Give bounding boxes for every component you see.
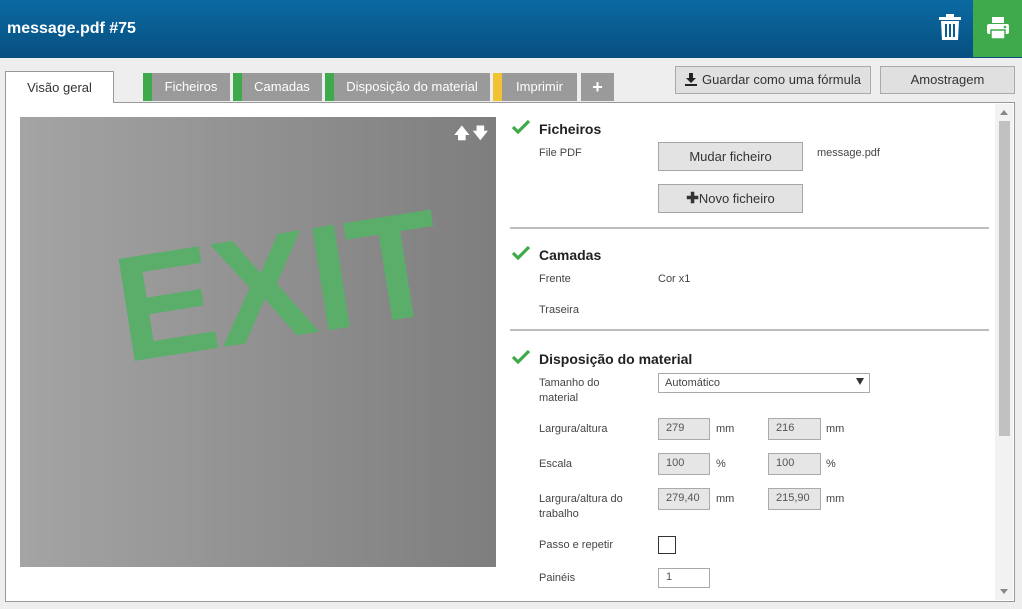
document-preview: EXIT 🡅 🡇 [20,117,496,567]
new-file-button[interactable]: ✚Novo ficheiro [658,184,803,213]
tab-label: Visão geral [27,80,92,95]
status-mark [143,73,152,101]
change-file-button[interactable]: Mudar ficheiro [658,142,803,171]
unit-mm: mm [716,493,735,505]
scroll-up-icon[interactable] [1000,110,1008,115]
preview-content-text: EXIT [103,177,452,395]
job-size-label: Largura/altura do trabalho [539,493,623,520]
status-mark [325,73,334,101]
tab-label: Imprimir [516,79,563,94]
print-button[interactable] [973,0,1022,57]
app-header: message.pdf #75 [0,0,1022,58]
job-width-input[interactable]: 279,40 [658,488,710,510]
sampling-button[interactable]: Amostragem [880,66,1015,94]
width-input[interactable]: 279 [658,418,710,440]
section-title-camadas: Camadas [539,247,602,263]
scrollbar[interactable] [995,104,1013,600]
arrow-down-icon[interactable]: 🡇 [473,125,488,142]
media-size-label: Tamanho do material [539,377,600,404]
section-divider [510,227,989,229]
unit-mm: mm [716,423,735,435]
add-tab-button[interactable]: + [581,73,614,101]
tab-label: Ficheiros [164,79,218,94]
panels-label: Painéis [539,572,576,584]
job-height-input[interactable]: 215,90 [768,488,821,510]
check-icon [512,246,530,260]
unit-mm: mm [826,493,845,505]
front-value: Cor x1 [658,273,691,285]
step-repeat-label: Passo e repetir [539,539,613,551]
unit-percent: % [716,458,726,470]
printer-icon [987,17,1009,40]
status-mark [493,73,502,101]
scroll-down-icon[interactable] [1000,589,1008,594]
tab-ficheiros[interactable]: Ficheiros [143,73,230,101]
plus-icon: ✚ [686,190,699,207]
scale-y-input[interactable]: 100 [768,453,821,475]
height-input[interactable]: 216 [768,418,821,440]
file-pdf-label: File PDF [539,147,582,159]
unit-mm: mm [826,423,845,435]
save-as-formula-button[interactable]: Guardar como uma fórmula [675,66,871,94]
section-title-ficheiros: Ficheiros [539,121,602,137]
section-divider [510,329,989,331]
file-name: message.pdf [817,147,880,159]
arrow-up-icon[interactable]: 🡅 [454,125,469,142]
unit-percent: % [826,458,836,470]
panels-input[interactable]: 1 [658,568,710,588]
back-label: Traseira [539,304,579,316]
check-icon [512,350,530,364]
status-mark [233,73,242,101]
tab-disposicao-material[interactable]: Disposição do material [325,73,490,101]
tab-imprimir[interactable]: Imprimir [493,73,577,101]
download-icon [685,73,698,86]
page-title: message.pdf #75 [7,20,136,37]
scale-label: Escala [539,458,573,470]
step-repeat-checkbox[interactable] [658,536,676,554]
select-value: Automático [665,377,721,389]
button-label: Amostragem [910,72,985,87]
tab-camadas[interactable]: Camadas [233,73,322,101]
tab-label: Camadas [254,79,310,94]
tab-label: Disposição do material [346,79,478,94]
trash-icon[interactable] [938,13,962,41]
section-title-disposicao: Disposição do material [539,351,693,367]
plus-icon: + [592,77,603,97]
media-size-select[interactable]: Automático [658,373,870,393]
chevron-down-icon [856,378,864,385]
button-label: Novo ficheiro [698,191,775,206]
scale-x-input[interactable]: 100 [658,453,710,475]
preview-arrows: 🡅 🡇 [451,123,488,148]
scrollbar-thumb[interactable] [999,121,1010,436]
front-label: Frente [539,273,571,285]
button-label: Guardar como uma fórmula [702,72,861,87]
tab-visao-geral[interactable]: Visão geral [5,71,114,103]
check-icon [512,120,530,134]
width-height-label: Largura/altura [539,423,608,435]
